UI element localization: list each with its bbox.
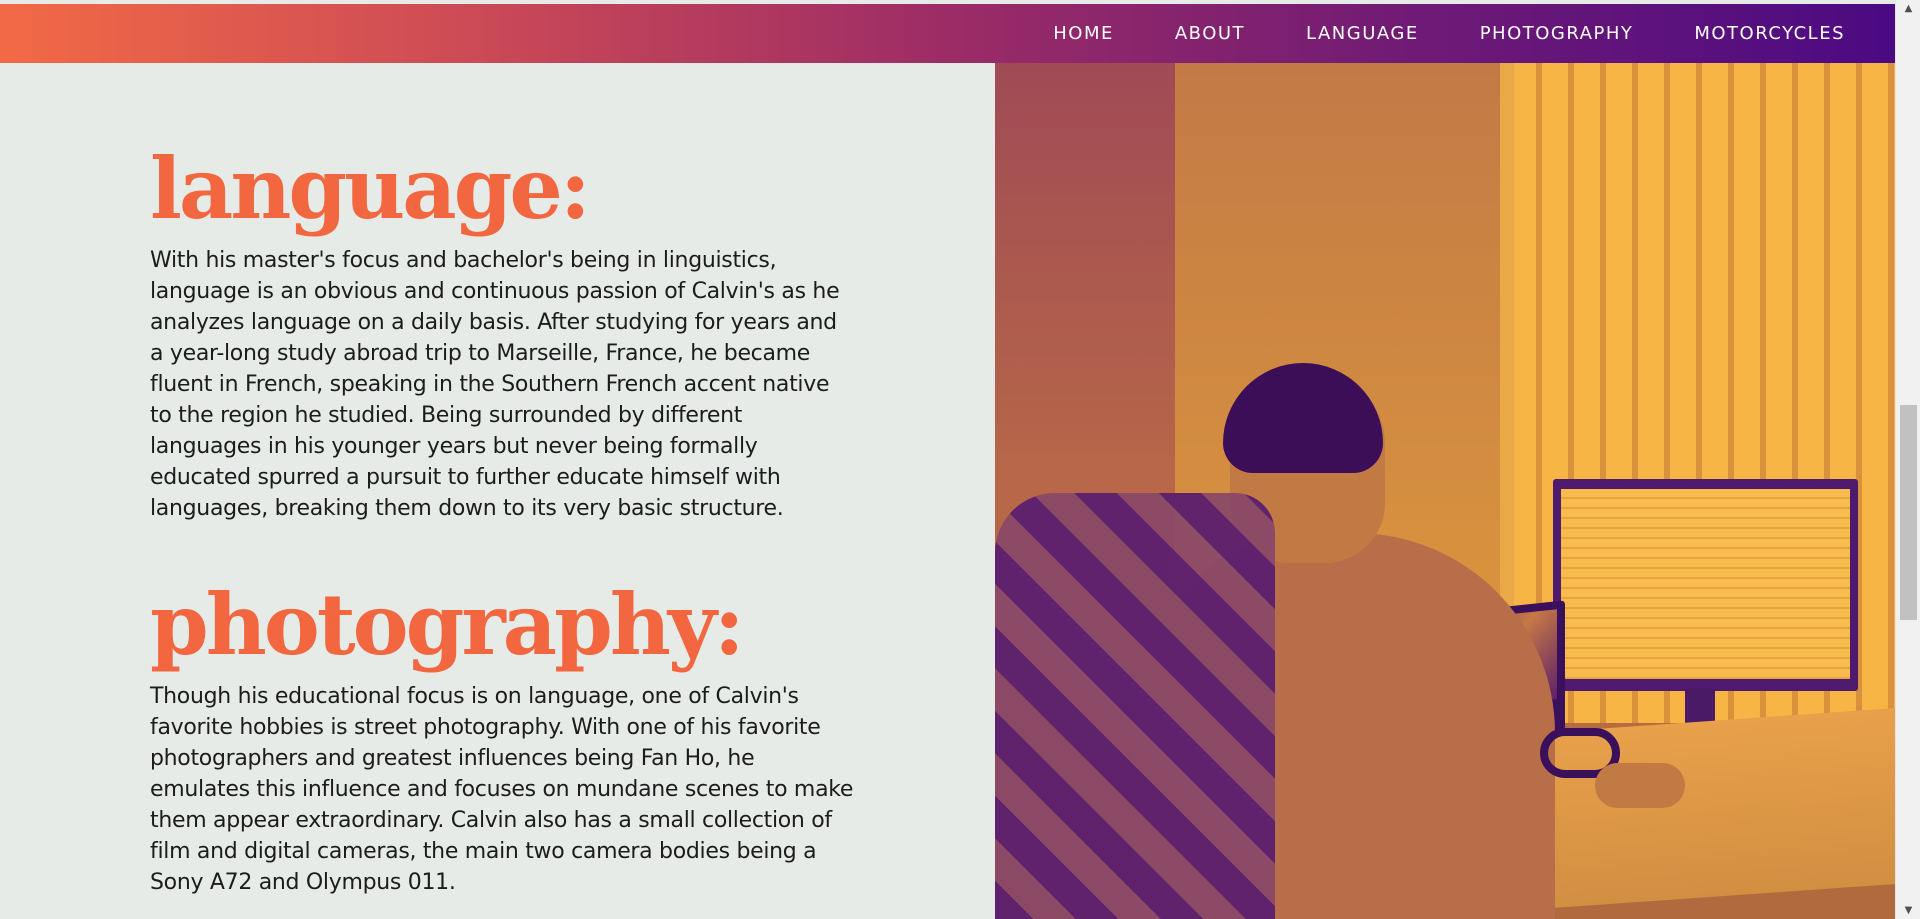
vertical-scrollbar[interactable]: ▲ ▼ bbox=[1895, 0, 1920, 919]
nav-link-language[interactable]: LANGUAGE bbox=[1306, 23, 1419, 44]
nav-link-home[interactable]: HOME bbox=[1053, 23, 1114, 44]
content-panel: language: With his master's focus and ba… bbox=[0, 63, 995, 919]
scrollbar-thumb[interactable] bbox=[1900, 405, 1917, 620]
language-heading: language: bbox=[150, 139, 591, 238]
photography-section: photography: Though his educational focu… bbox=[150, 579, 860, 898]
photo-monitor-screen bbox=[1561, 489, 1850, 679]
language-section: language: With his master's focus and ba… bbox=[150, 143, 860, 524]
triangle-up-icon[interactable]: ▲ bbox=[1896, 0, 1920, 17]
photo-monitor bbox=[1553, 479, 1858, 691]
nav-link-motorcycles[interactable]: MOTORCYCLES bbox=[1694, 23, 1845, 44]
nav-link-about[interactable]: ABOUT bbox=[1175, 23, 1245, 44]
nav-link-photography[interactable]: PHOTOGRAPHY bbox=[1480, 23, 1634, 44]
language-paragraph: With his master's focus and bachelor's b… bbox=[150, 248, 840, 521]
person-at-desk-photo bbox=[995, 63, 1895, 919]
triangle-down-icon[interactable]: ▼ bbox=[1896, 902, 1920, 919]
page-viewport: HOME ABOUT LANGUAGE PHOTOGRAPHY MOTORCYC… bbox=[0, 0, 1895, 919]
photography-paragraph: Though his educational focus is on langu… bbox=[150, 684, 854, 895]
photo-person-hand bbox=[1595, 763, 1685, 808]
top-navigation-bar: HOME ABOUT LANGUAGE PHOTOGRAPHY MOTORCYC… bbox=[0, 4, 1895, 63]
photo-chair-plaid bbox=[995, 493, 1275, 919]
main-nav: HOME ABOUT LANGUAGE PHOTOGRAPHY MOTORCYC… bbox=[1053, 4, 1895, 63]
photography-heading: photography: bbox=[150, 575, 745, 674]
